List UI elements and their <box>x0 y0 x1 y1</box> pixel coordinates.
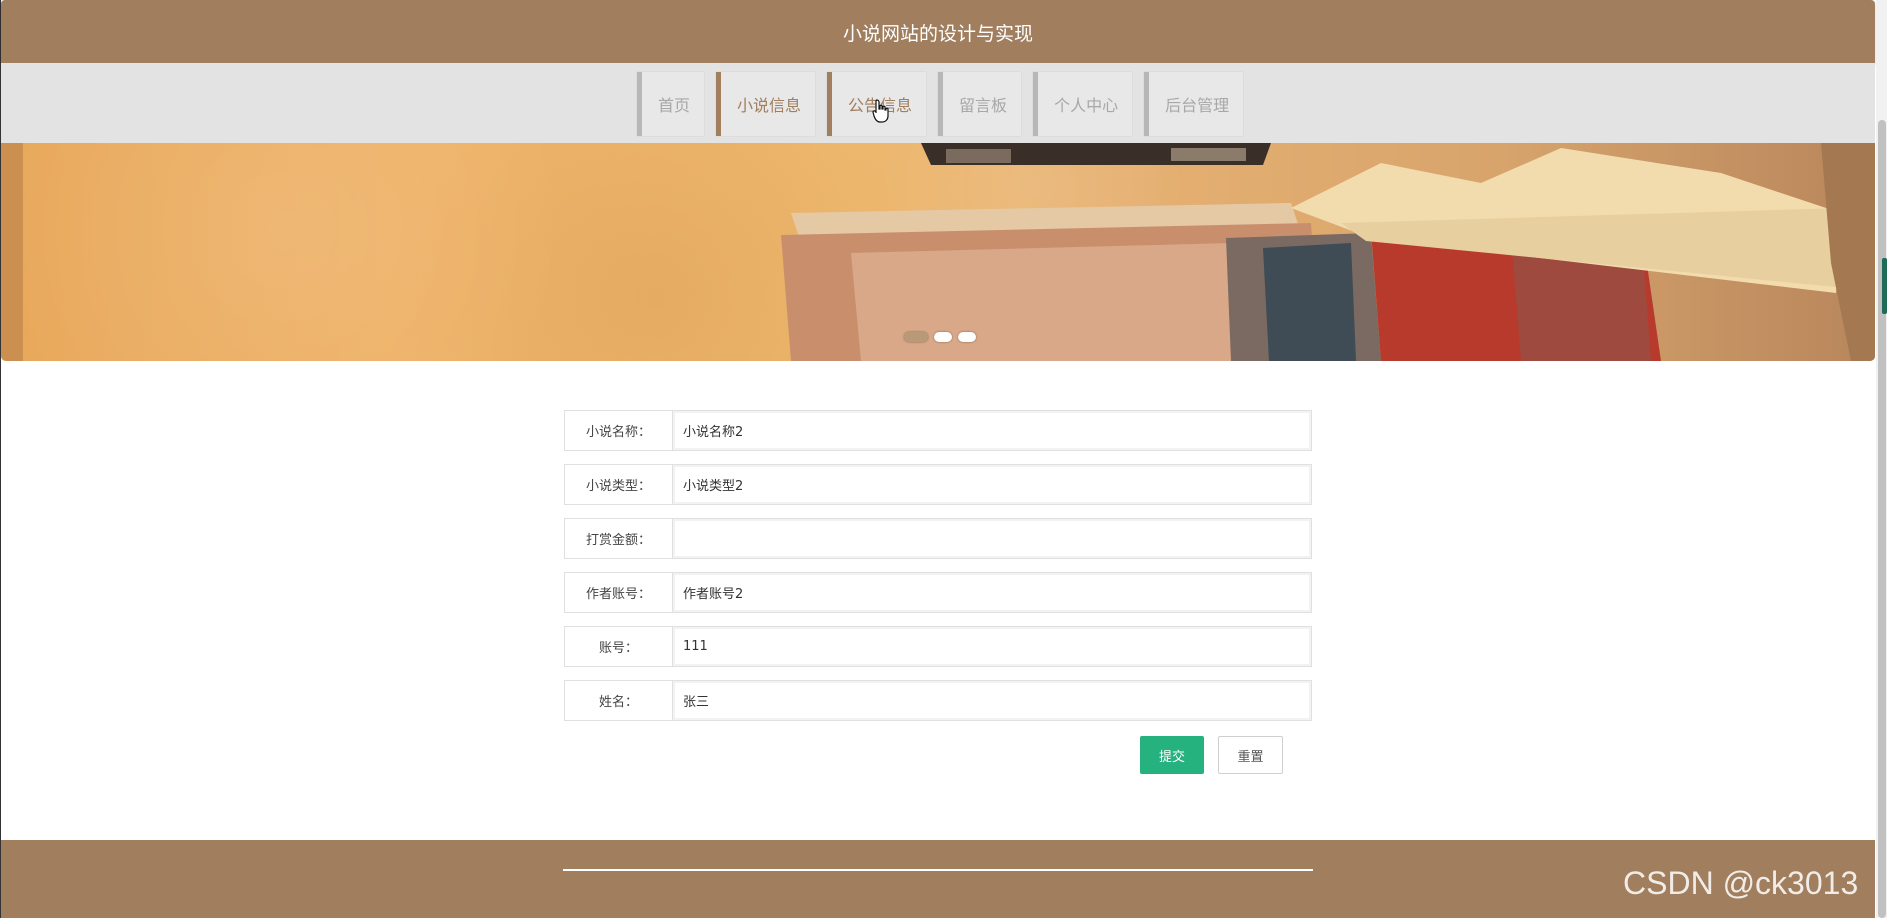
name-label: 姓名： <box>565 681 673 720</box>
detail-form: 小说名称： 小说类型： 打赏金额： 作者账号： 账号： 姓名： <box>564 410 1312 734</box>
nav-item-personal-center[interactable]: 个人中心 <box>1033 72 1133 136</box>
author-account-field[interactable] <box>673 573 1311 612</box>
form-row-tip-amount: 打赏金额： <box>564 518 1312 559</box>
author-account-label: 作者账号： <box>565 573 673 612</box>
carousel-dot-1[interactable] <box>904 332 928 342</box>
hero-banner <box>1 143 1875 361</box>
hand-cursor-icon <box>872 99 889 123</box>
main-nav: 首页 小说信息 公告信息 留言板 个人中心 后台管理 <box>1 63 1875 143</box>
novel-name-label: 小说名称： <box>565 411 673 450</box>
form-row-account: 账号： <box>564 626 1312 667</box>
books-image <box>1 143 1875 361</box>
nav-item-novel-info[interactable]: 小说信息 <box>716 72 816 136</box>
novel-type-field[interactable] <box>673 465 1311 504</box>
site-footer <box>1 840 1875 918</box>
account-field[interactable] <box>673 627 1311 666</box>
submit-button[interactable]: 提交 <box>1140 736 1204 774</box>
side-handle[interactable] <box>1882 258 1887 314</box>
nav-list: 首页 小说信息 公告信息 留言板 个人中心 后台管理 <box>637 72 1244 136</box>
carousel-dot-2[interactable] <box>934 332 952 342</box>
site-header: 小说网站的设计与实现 <box>1 0 1875 63</box>
nav-item-admin[interactable]: 后台管理 <box>1144 72 1244 136</box>
site-title: 小说网站的设计与实现 <box>842 23 1033 45</box>
footer-divider <box>563 869 1313 871</box>
carousel-dot-3[interactable] <box>958 332 976 342</box>
novel-name-field[interactable] <box>673 411 1311 450</box>
form-row-name: 姓名： <box>564 680 1312 721</box>
watermark-text: CSDN @ck3013 <box>1623 865 1859 901</box>
novel-type-label: 小说类型： <box>565 465 673 504</box>
page-scrollbar[interactable] <box>1876 0 1887 918</box>
form-row-novel-type: 小说类型： <box>564 464 1312 505</box>
carousel-indicators <box>904 332 976 342</box>
form-row-novel-name: 小说名称： <box>564 410 1312 451</box>
nav-item-message-board[interactable]: 留言板 <box>938 72 1022 136</box>
nav-item-home[interactable]: 首页 <box>637 72 705 136</box>
account-label: 账号： <box>565 627 673 666</box>
reset-button[interactable]: 重置 <box>1218 736 1283 774</box>
tip-amount-label: 打赏金额： <box>565 519 673 558</box>
name-field[interactable] <box>673 681 1311 720</box>
form-actions: 提交 重置 <box>1140 736 1283 774</box>
tip-amount-field[interactable] <box>673 519 1311 558</box>
scrollbar-thumb[interactable] <box>1878 120 1886 918</box>
form-row-author-account: 作者账号： <box>564 572 1312 613</box>
